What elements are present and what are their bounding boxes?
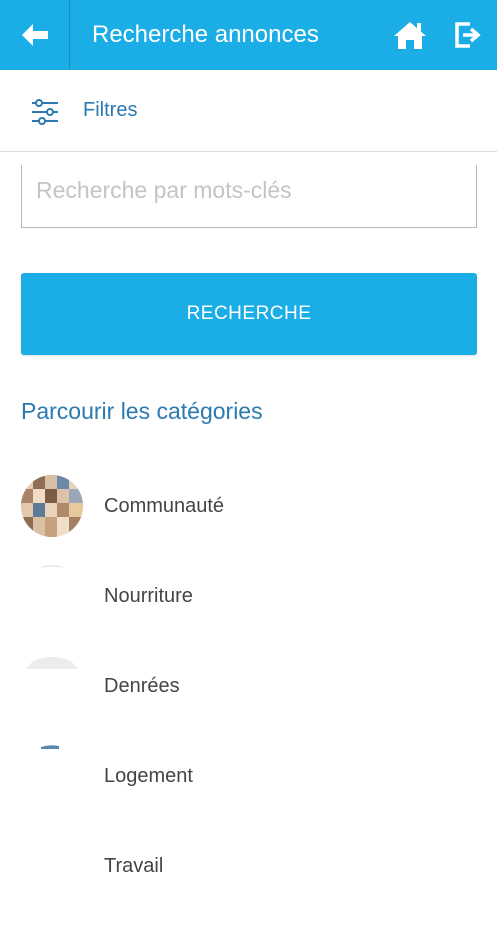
food-image-thumbnail: [21, 565, 83, 627]
search-button[interactable]: RECHERCHE: [21, 273, 477, 355]
category-label: Denrées: [104, 675, 180, 697]
sliders-icon: [32, 99, 58, 125]
category-item-travail[interactable]: Travail: [0, 835, 497, 925]
work-image-thumbnail: [21, 835, 83, 897]
app-header: Recherche annonces: [0, 0, 497, 70]
page-title: Recherche annonces: [92, 21, 319, 48]
home-icon: [394, 22, 426, 49]
category-item-nourriture[interactable]: Nourriture: [0, 565, 497, 655]
category-item-communaute[interactable]: Communauté: [0, 475, 497, 565]
category-label: Logement: [104, 765, 193, 787]
logout-icon: [455, 22, 481, 48]
community-photo-thumbnail: [21, 475, 83, 537]
back-button[interactable]: [0, 0, 70, 70]
arrow-left-icon: [21, 24, 48, 46]
categories-heading: Parcourir les catégories: [21, 398, 263, 424]
home-button[interactable]: [392, 17, 428, 53]
category-item-logement[interactable]: Logement: [0, 745, 497, 835]
keyword-search-input[interactable]: [21, 165, 477, 228]
category-label: Communauté: [104, 495, 225, 517]
housing-image-thumbnail: [21, 745, 83, 807]
filters-label: Filtres: [83, 99, 138, 121]
category-item-denrees[interactable]: Denrées: [0, 655, 497, 745]
filters-toggle[interactable]: Filtres: [0, 72, 497, 152]
logout-button[interactable]: [451, 18, 485, 52]
category-label: Travail: [104, 855, 164, 877]
goods-image-thumbnail: [21, 655, 83, 717]
category-label: Nourriture: [104, 585, 193, 607]
